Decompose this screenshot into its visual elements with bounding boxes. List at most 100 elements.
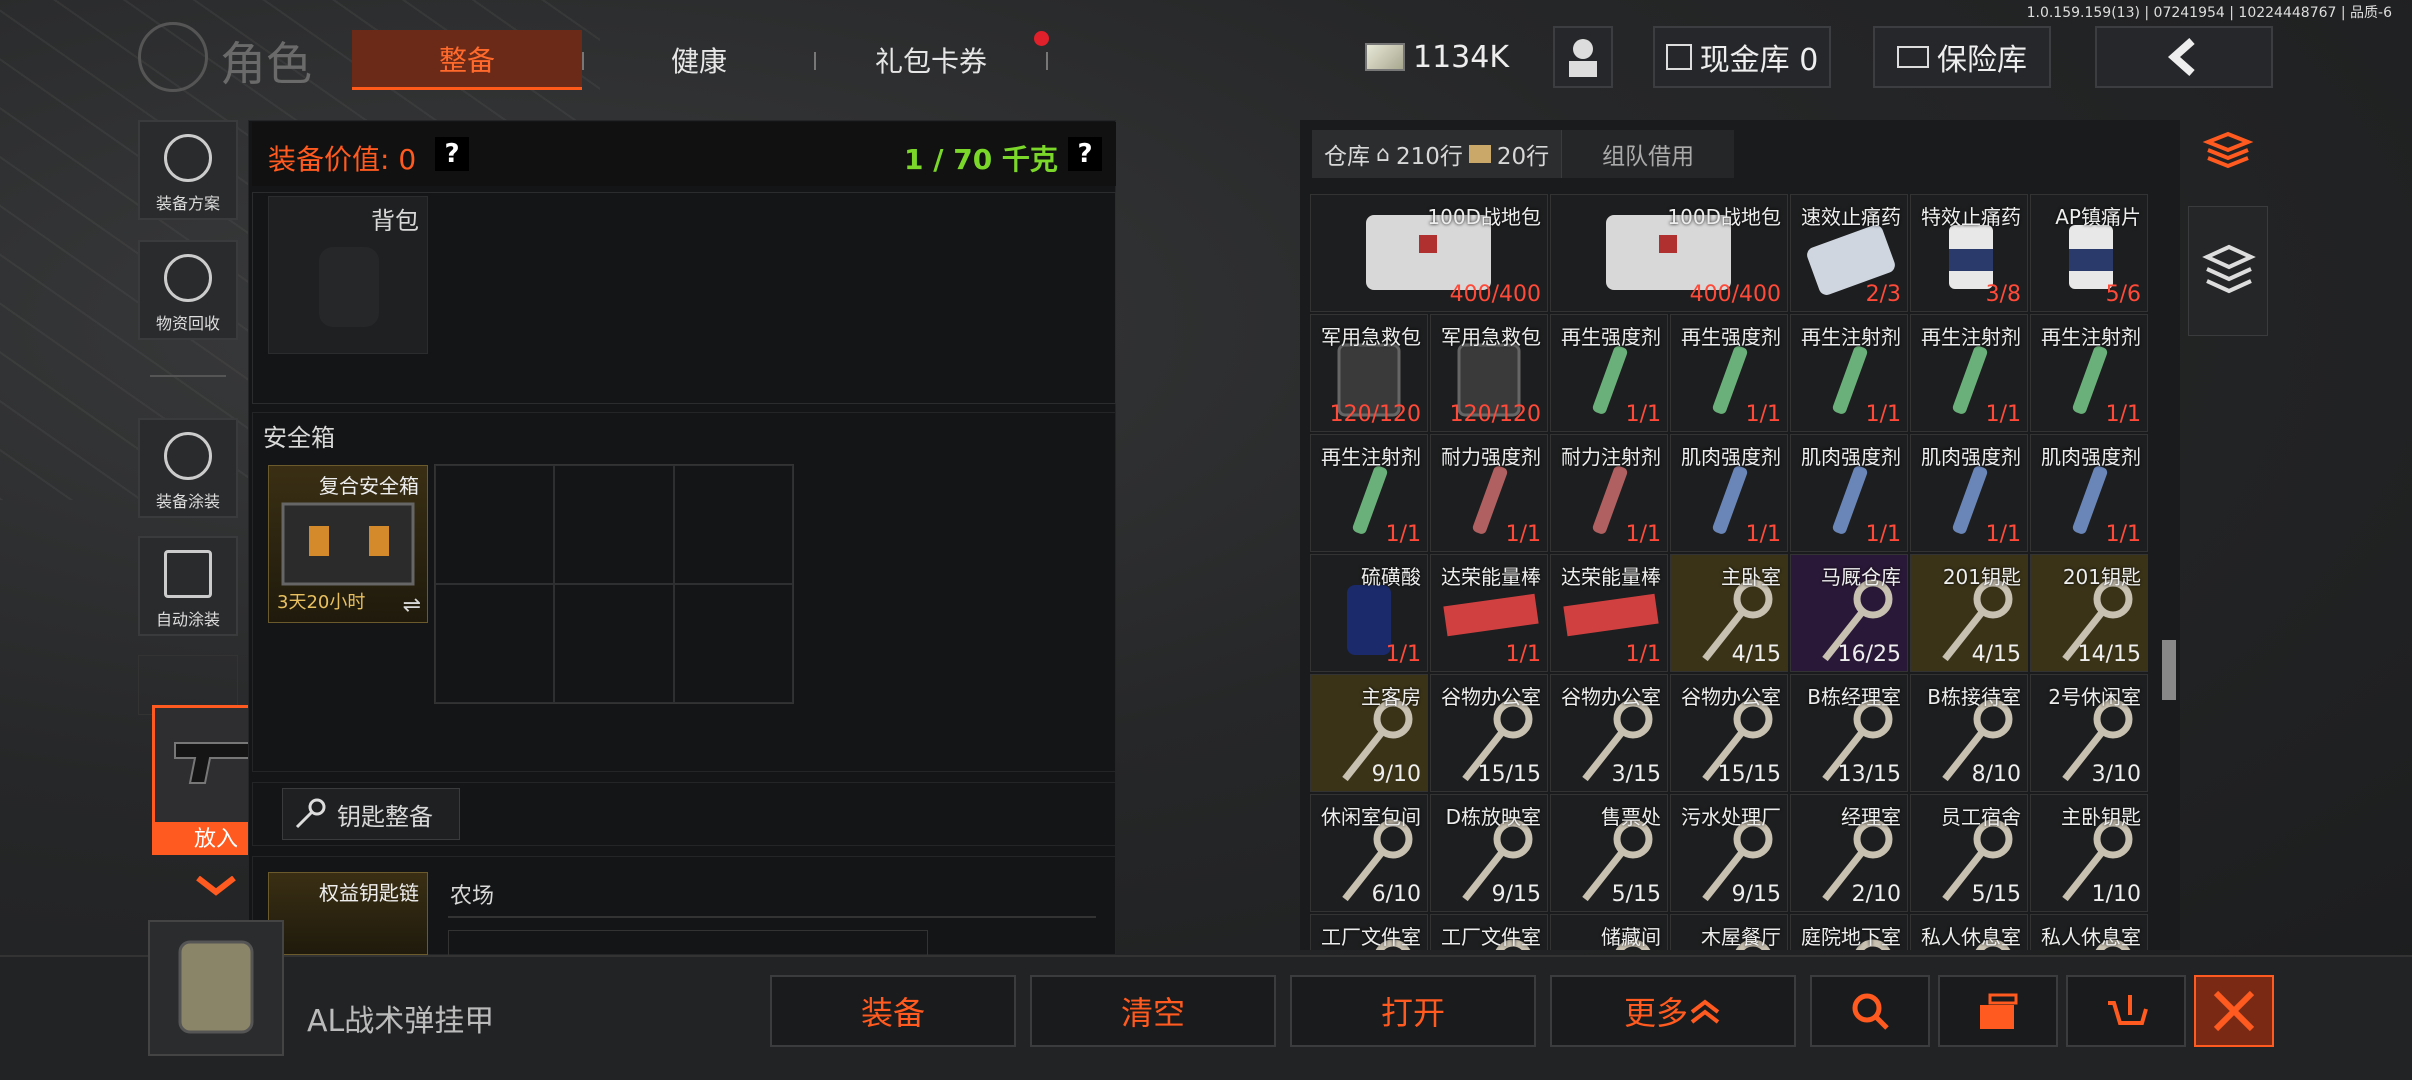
grid-cell[interactable] [554,584,674,703]
storage-item[interactable]: 谷物办公室 15/15 [1430,674,1548,792]
storage-item[interactable]: 肌肉强度剂 1/1 [1670,434,1788,552]
safebox-item[interactable]: 复合安全箱 3天20小时 ⇌ [268,465,428,623]
equip-value-help-button[interactable]: ? [435,137,469,171]
money-amount: 1134K [1412,39,1510,75]
operator-button[interactable] [1553,26,1613,88]
sidebar-item-paint[interactable]: 装备涂装 [138,418,238,518]
storage-item[interactable]: 耐力注射剂 1/1 [1550,434,1668,552]
storage-item[interactable]: 主卧钥匙 1/10 [2030,794,2148,912]
storage-item[interactable]: AP镇痛片 5/6 [2030,194,2148,312]
storage-item[interactable]: 军用急救包 120/120 [1430,314,1548,432]
storage-item-count: 120/120 [1329,402,1421,427]
tab-gift-coupons[interactable]: 礼包卡券 [816,30,1046,90]
keychain-item[interactable]: 权益钥匙链 [268,872,428,955]
storage-item[interactable]: 达荣能量棒 1/1 [1550,554,1668,672]
storage-item[interactable]: 达荣能量棒 1/1 [1430,554,1548,672]
tab-health[interactable]: 健康 [584,30,814,90]
grid-cell[interactable] [554,465,674,584]
insurance-icon [1897,46,1929,68]
storage-item[interactable]: 私人休息室 [1910,914,2028,950]
storage-item[interactable]: 肌肉强度剂 1/1 [1790,434,1908,552]
storage-item[interactable]: B栋接待室 8/10 [1910,674,2028,792]
storage-item[interactable]: 主客房 9/10 [1310,674,1428,792]
tab-warehouse[interactable]: 仓库 ⌂ 210行 20行 [1312,130,1562,178]
storage-item[interactable]: 工厂文件室 [1430,914,1548,950]
storage-item-count: 1/1 [1745,402,1781,427]
cash-vault-button[interactable]: 现金库 0 [1653,26,1831,88]
storage-item[interactable]: 私人休息室 [2030,914,2148,950]
storage-item[interactable]: 肌肉强度剂 1/1 [2030,434,2148,552]
grid-cell[interactable] [435,584,555,703]
storage-item[interactable]: 特效止痛药 3/8 [1910,194,2028,312]
storage-item[interactable]: 肌肉强度剂 1/1 [1910,434,2028,552]
storage-item[interactable]: 再生注射剂 1/1 [1910,314,2028,432]
weight-help-button[interactable]: ? [1068,137,1102,171]
storage-item[interactable]: 工厂文件室 [1310,914,1428,950]
storage-item[interactable]: B栋经理室 13/15 [1790,674,1908,792]
storage-item[interactable]: 100D战地包 400/400 [1310,194,1548,312]
storage-item[interactable]: D栋放映室 9/15 [1430,794,1548,912]
storage-item[interactable]: 谷物办公室 3/15 [1550,674,1668,792]
storage-item[interactable]: 主卧室 4/15 [1670,554,1788,672]
tab-team-borrow[interactable]: 组队借用 [1561,130,1734,178]
storage-item-name: 主客房 [1361,685,1421,709]
back-button[interactable] [2095,26,2273,88]
storage-item[interactable]: 201钥匙 4/15 [1910,554,2028,672]
sell-button[interactable] [2066,975,2186,1047]
open-button[interactable]: 打开 [1290,975,1536,1047]
storage-item[interactable]: 2号休闲室 3/10 [2030,674,2148,792]
tab-equip[interactable]: 整备 [352,30,582,90]
globe-logo-icon [138,22,208,92]
storage-item-count: 1/1 [2105,522,2141,547]
equip-button[interactable]: 装备 [770,975,1016,1047]
safebox-timer: 3天20小时 [277,592,366,613]
close-button[interactable] [2194,975,2274,1047]
storage-item[interactable]: 污水处理厂 9/15 [1670,794,1788,912]
grid-cell[interactable] [673,584,793,703]
storage-tabs: 仓库 ⌂ 210行 20行 组队借用 [1312,130,1735,178]
backpack-slot[interactable]: 背包 [268,196,428,354]
sidebar-item-recycle[interactable]: 物资回收 [138,240,238,340]
storage-item[interactable]: 再生强度剂 1/1 [1670,314,1788,432]
more-button[interactable]: 更多 [1550,975,1796,1047]
key-organize-button[interactable]: 钥匙整备 [282,788,460,840]
storage-item[interactable]: 庭院地下室 [1790,914,1908,950]
storage-item-name: 庭院地下室 [1801,925,1901,949]
grid-cell[interactable] [435,465,555,584]
storage-item[interactable]: 军用急救包 120/120 [1310,314,1428,432]
storage-item[interactable]: 再生注射剂 1/1 [1790,314,1908,432]
storage-item[interactable]: 耐力强度剂 1/1 [1430,434,1548,552]
split-button[interactable] [1938,975,2058,1047]
clear-button[interactable]: 清空 [1030,975,1276,1047]
stash-deposit-button[interactable] [2188,206,2268,336]
tab-divider [1046,52,1048,70]
vault-icon [1665,44,1692,70]
storage-item[interactable]: 售票处 5/15 [1550,794,1668,912]
storage-scrollbar[interactable] [2162,640,2176,700]
storage-item[interactable]: 再生注射剂 1/1 [2030,314,2148,432]
storage-item[interactable]: 硫磺酸 1/1 [1310,554,1428,672]
storage-item[interactable]: 201钥匙 14/15 [2030,554,2148,672]
storage-item[interactable]: 再生强度剂 1/1 [1550,314,1668,432]
grid-cell[interactable] [673,465,793,584]
sort-button[interactable] [2188,120,2268,190]
storage-item[interactable]: 员工宿舍 5/15 [1910,794,2028,912]
storage-item[interactable]: 马厩仓库 16/25 [1790,554,1908,672]
insurance-button[interactable]: 保险库 [1873,26,2051,88]
storage-item-count: 1/1 [2105,402,2141,427]
storage-item[interactable]: 木屋餐厅 [1670,914,1788,950]
storage-item[interactable]: 休闲室包间 6/10 [1310,794,1428,912]
storage-item-name: D栋放映室 [1445,805,1541,829]
search-button[interactable] [1810,975,1930,1047]
storage-item[interactable]: 储藏间 [1550,914,1668,950]
storage-item[interactable]: 谷物办公室 15/15 [1670,674,1788,792]
swap-icon[interactable]: ⇌ [403,593,421,618]
storage-item[interactable]: 100D战地包 400/400 [1550,194,1788,312]
storage-item[interactable]: 速效止痛药 2/3 [1790,194,1908,312]
sidebar-item-auto-paint[interactable]: 自动涂装 [138,536,238,636]
money-display: 1134K [1362,26,1512,88]
storage-item[interactable]: 经理室 2/10 [1790,794,1908,912]
storage-item[interactable]: 再生注射剂 1/1 [1310,434,1428,552]
storage-item-count: 1/1 [1745,522,1781,547]
sidebar-item-equip-plan[interactable]: 装备方案 [138,120,238,220]
